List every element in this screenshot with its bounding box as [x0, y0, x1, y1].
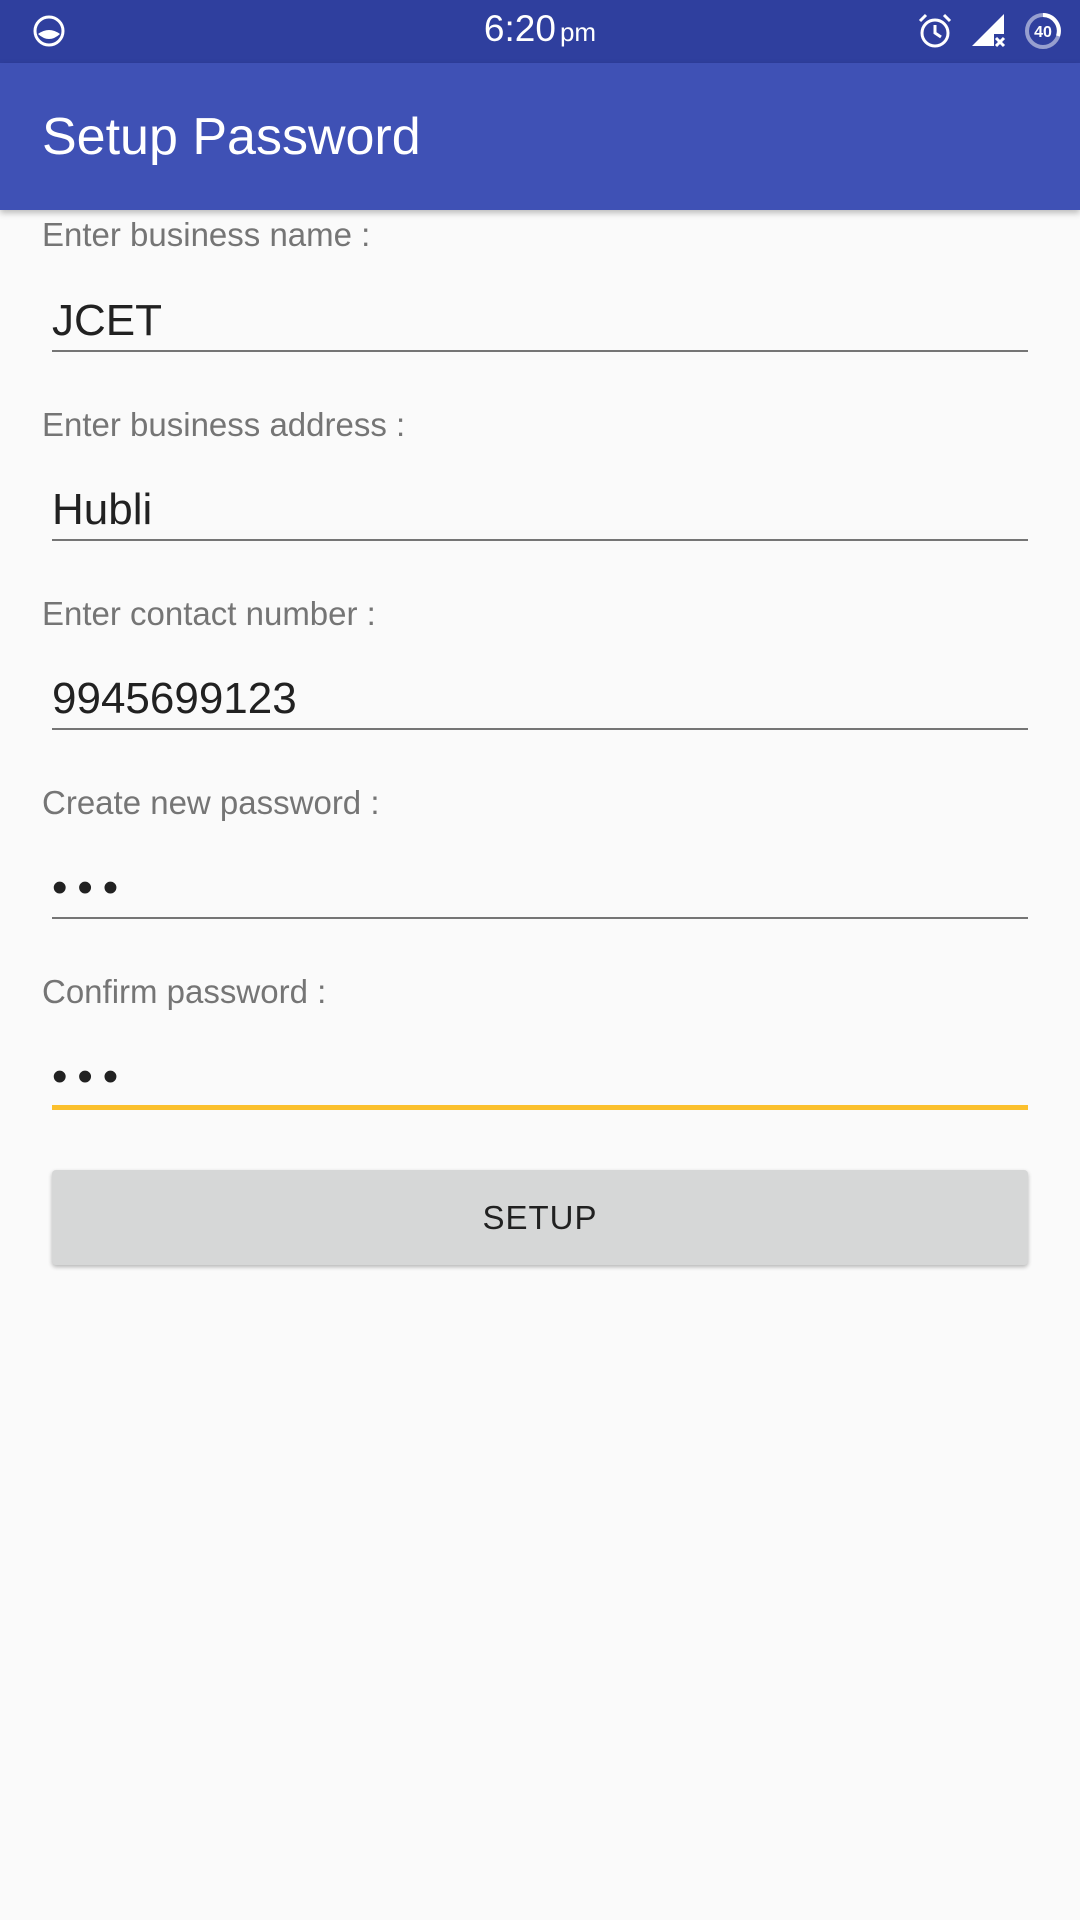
alarm-icon: [918, 13, 952, 48]
battery-icon: 40: [1025, 13, 1061, 49]
status-bar: 6:20 pm 40: [0, 0, 1080, 63]
new-password-label: Create new password :: [42, 784, 380, 821]
status-icons: 40: [916, 12, 1062, 50]
new-password-underline: [52, 917, 1028, 919]
contact-number-input[interactable]: 9945699123: [52, 664, 1028, 734]
contact-number-underline: [52, 728, 1028, 730]
page-title: Setup Password: [42, 108, 421, 166]
setup-button[interactable]: SETUP: [52, 1170, 1028, 1265]
business-name-input[interactable]: JCET: [52, 286, 1028, 356]
business-name-label: Enter business name :: [42, 216, 371, 253]
business-address-label: Enter business address :: [42, 406, 406, 443]
business-address-input[interactable]: Hubli: [52, 475, 1028, 545]
clock-ampm: pm: [559, 17, 597, 47]
battery-level-text: 40: [1034, 24, 1052, 41]
new-password-input[interactable]: •••: [52, 853, 1028, 923]
clock-time: 6:20: [483, 8, 556, 49]
business-name-underline: [52, 350, 1028, 352]
signal-no-data-icon: [972, 14, 1006, 48]
app-bar: Setup Password: [0, 63, 1080, 210]
business-address-underline: [52, 539, 1028, 541]
confirm-password-label: Confirm password :: [42, 973, 327, 1010]
confirm-password-underline: [52, 1105, 1028, 1110]
contact-number-label: Enter contact number :: [42, 595, 376, 632]
confirm-password-input[interactable]: •••: [52, 1042, 1028, 1112]
